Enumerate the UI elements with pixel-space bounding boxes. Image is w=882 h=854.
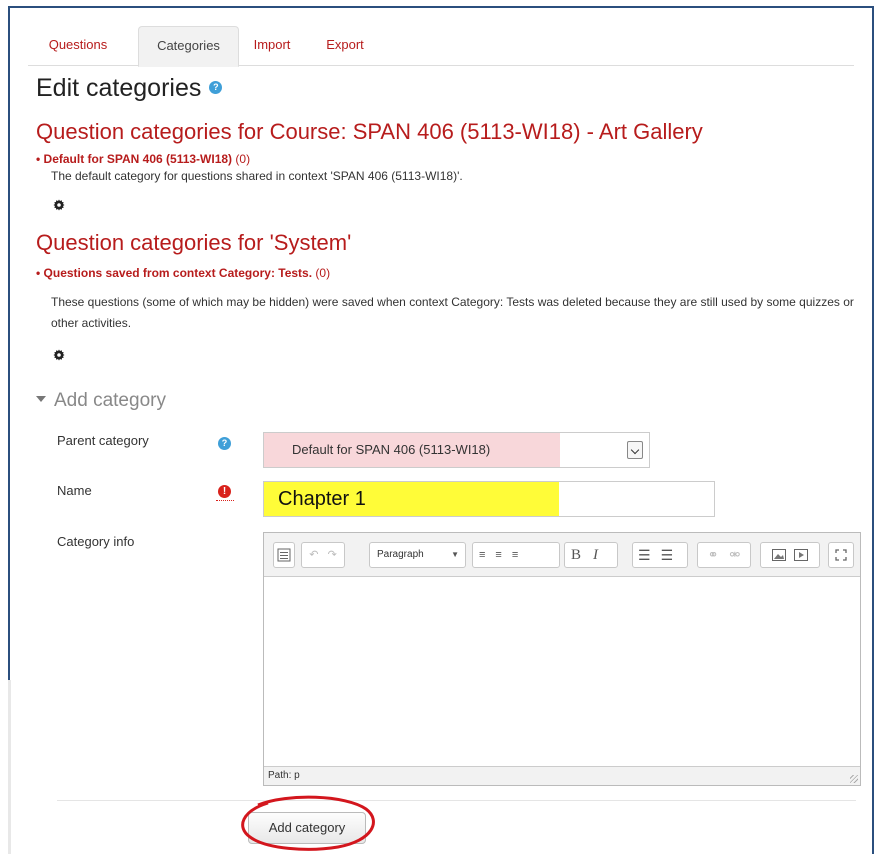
format-select[interactable]: Paragraph ▼ bbox=[369, 542, 466, 568]
add-category-toggle[interactable]: Add category bbox=[36, 390, 166, 412]
help-icon[interactable]: ? bbox=[218, 437, 231, 450]
redo-icon[interactable]: ↷ bbox=[328, 549, 337, 561]
tab-questions[interactable]: Questions bbox=[28, 26, 128, 66]
media-group bbox=[760, 542, 820, 568]
chevron-down-icon: ▼ bbox=[451, 550, 459, 559]
list-group: ☰☰ bbox=[632, 542, 688, 568]
parent-category-select[interactable]: Default for SPAN 406 (5113-WI18) bbox=[263, 432, 650, 468]
name-label: Name bbox=[57, 483, 92, 498]
toolbar-toggle-icon[interactable] bbox=[273, 542, 295, 568]
category-description: The default category for questions share… bbox=[51, 169, 463, 183]
tab-bar: Questions Categories Import Export bbox=[28, 26, 854, 67]
caret-down-icon bbox=[36, 395, 46, 402]
align-right-icon[interactable]: ≡ bbox=[512, 549, 528, 561]
editor-content-area[interactable] bbox=[264, 577, 860, 767]
category-name[interactable]: Questions saved from context Category: T… bbox=[44, 266, 313, 280]
align-left-icon[interactable]: ≡ bbox=[479, 549, 495, 561]
bullet-list-icon[interactable]: ☰ bbox=[638, 547, 661, 563]
category-description: These questions (some of which may be hi… bbox=[51, 295, 854, 330]
page-title-text: Edit categories bbox=[36, 74, 202, 102]
numbered-list-icon[interactable]: ☰ bbox=[661, 547, 684, 563]
undo-redo-group: ↶ ↷ bbox=[301, 542, 345, 568]
align-center-icon[interactable]: ≡ bbox=[495, 549, 511, 561]
align-group: ≡≡≡ bbox=[472, 542, 560, 568]
editor-path: Path: p bbox=[268, 770, 300, 781]
image-icon[interactable] bbox=[772, 549, 786, 561]
tab-categories[interactable]: Categories bbox=[138, 26, 239, 67]
annotation-circle bbox=[241, 795, 375, 851]
required-underline bbox=[216, 500, 234, 501]
fullscreen-icon[interactable] bbox=[828, 542, 854, 568]
editor-toolbar: ↶ ↷ Paragraph ▼ ≡≡≡ BI ☰☰ ⚭ ⚮ bbox=[264, 533, 860, 577]
bullet: • bbox=[36, 266, 44, 280]
section-heading-system: Question categories for 'System' bbox=[36, 230, 352, 255]
left-edge-bar bbox=[8, 680, 11, 854]
required-icon: ! bbox=[218, 485, 231, 498]
tab-import[interactable]: Import bbox=[246, 26, 298, 66]
gear-icon[interactable] bbox=[53, 199, 65, 211]
name-value: Chapter 1 bbox=[278, 488, 366, 510]
help-icon[interactable]: ? bbox=[209, 80, 223, 94]
category-name[interactable]: Default for SPAN 406 (5113-WI18) bbox=[44, 152, 233, 166]
undo-icon[interactable]: ↶ bbox=[309, 549, 318, 561]
gear-icon[interactable] bbox=[53, 349, 65, 361]
bold-icon[interactable]: B bbox=[571, 547, 593, 563]
category-count: (0) bbox=[235, 152, 251, 166]
add-category-heading: Add category bbox=[54, 390, 166, 411]
parent-category-value: Default for SPAN 406 (5113-WI18) bbox=[292, 442, 491, 457]
parent-category-label: Parent category bbox=[57, 433, 149, 448]
rich-text-editor[interactable]: ↶ ↷ Paragraph ▼ ≡≡≡ BI ☰☰ ⚭ ⚮ Path: p bbox=[263, 532, 861, 786]
italic-icon[interactable]: I bbox=[593, 547, 610, 563]
chevron-down-icon[interactable] bbox=[627, 441, 643, 459]
page-title: Edit categories? bbox=[36, 74, 223, 103]
form-divider bbox=[57, 800, 856, 801]
bullet: • bbox=[36, 152, 44, 166]
resize-handle[interactable] bbox=[850, 775, 858, 783]
link-icon[interactable]: ⚭ bbox=[708, 547, 719, 562]
name-field[interactable]: Chapter 1 bbox=[263, 481, 715, 517]
media-icon[interactable] bbox=[794, 549, 808, 561]
editor-statusbar: Path: p bbox=[264, 766, 860, 785]
unlink-icon[interactable]: ⚮ bbox=[729, 547, 740, 562]
tab-export[interactable]: Export bbox=[312, 26, 378, 66]
link-group: ⚭ ⚮ bbox=[697, 542, 751, 568]
category-info-label: Category info bbox=[57, 534, 135, 549]
section-heading-course: Question categories for Course: SPAN 406… bbox=[36, 119, 703, 144]
category-count: (0) bbox=[315, 266, 331, 280]
style-group: BI bbox=[564, 542, 618, 568]
category-link-saved[interactable]: • Questions saved from context Category:… bbox=[36, 266, 330, 280]
format-value: Paragraph bbox=[377, 549, 424, 560]
category-link-default[interactable]: • Default for SPAN 406 (5113-WI18) (0) bbox=[36, 152, 250, 166]
